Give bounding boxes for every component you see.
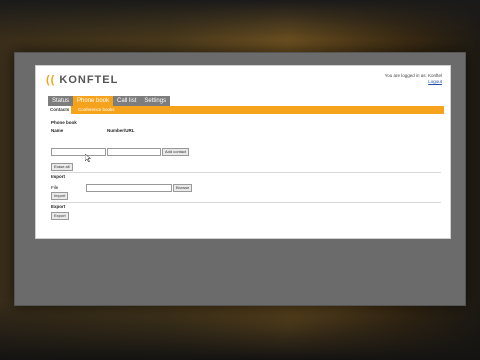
import-section-title: Import [51,174,65,179]
number-input[interactable] [107,148,161,156]
login-status: You are logged in as: Konftel Logout [385,73,442,85]
tab-call-list[interactable]: Call list [113,96,140,106]
divider [51,202,441,203]
import-button[interactable]: Import [51,192,69,200]
number-column-header: Number/URL [107,128,135,133]
subtab-conference-books[interactable]: Conference books [78,107,115,112]
erase-all-button[interactable]: Erase all [51,163,73,171]
browse-button[interactable]: Browse [173,184,193,192]
logo-text: KONFTEL [59,74,119,86]
tab-status[interactable]: Status [48,96,73,106]
divider [51,172,441,173]
logo-bracket-icon: (( [46,74,56,86]
subtab-contacts[interactable]: Contacts [48,106,72,114]
tab-settings[interactable]: Settings [140,96,170,106]
file-input[interactable] [86,184,172,192]
konftel-logo: (( KONFTEL [46,74,118,86]
background-top [0,0,480,40]
add-contact-button[interactable]: Add contact [162,148,190,156]
name-column-header: Name [51,128,64,133]
main-nav: Status Phone book Call list Settings [48,96,171,106]
phone-book-section-title: Phone book [51,120,77,125]
mouse-cursor-icon [85,154,91,162]
tab-phone-book[interactable]: Phone book [73,96,114,106]
export-section-title: Export [51,204,66,209]
web-admin-panel: (( KONFTEL You are logged in as: Konftel… [35,65,451,239]
export-button[interactable]: Export [51,212,69,220]
background-bottom [0,300,480,360]
browser-frame: (( KONFTEL You are logged in as: Konftel… [14,52,466,306]
logout-link[interactable]: Logout [385,79,442,85]
sub-nav: Contacts Conference books [48,106,444,114]
file-label: File [51,185,59,190]
name-input[interactable] [51,148,106,156]
